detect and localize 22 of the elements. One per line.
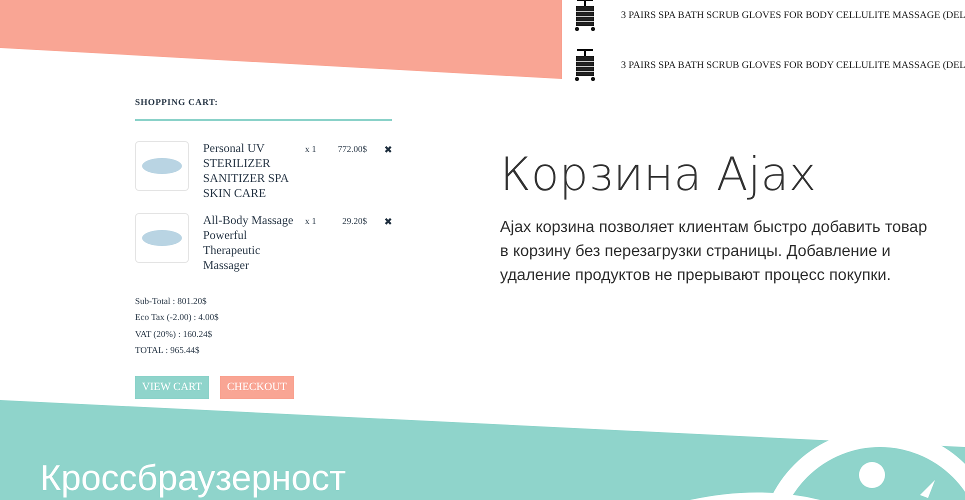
total-line: Eco Tax (-2.00) : 4.00$: [135, 311, 220, 324]
cart-stand-icon: [573, 48, 597, 82]
photo-placeholder: [135, 212, 189, 262]
total-line: TOTAL : 965.44$: [135, 344, 201, 357]
item-price: 29.20$: [341, 214, 367, 228]
total-line: Sub-Total : 801.20$: [135, 294, 208, 308]
cart-title: SHOPPING CART:: [135, 96, 220, 109]
product-name[interactable]: 3 PAIRS SPA BATH SCRUB GLOVES FOR BODY CELLULITE MASSAGE (DEL: [621, 58, 965, 72]
remove-button[interactable]: ✖: [384, 140, 392, 158]
cart-stand-icon: [573, 0, 597, 32]
cart-item-name[interactable]: Personal UV STERILIZER SANITIZER SPA SKIN CARE: [203, 140, 305, 200]
feature-title: Корзина Ajax: [500, 146, 818, 202]
product-name[interactable]: 3 PAIRS SPA BATH SCRUB GLOVES FOR BODY CELLULITE MASSAGE (DEL: [621, 8, 965, 22]
total-line: VAT (20%) : 160.24$: [135, 328, 214, 341]
remove-button[interactable]: ✖: [384, 212, 392, 230]
item-quantity: x 1: [305, 142, 318, 156]
item-price: 772.00$: [336, 142, 367, 156]
cart-item-name[interactable]: All-Body Massage Powerful Therapeutic Massager: [203, 212, 305, 272]
photo-placeholder: [135, 140, 189, 190]
section-title: Кроссбраузерност: [40, 458, 346, 498]
feature-description: Ajax корзина позволяет клиентам быстро добавить товар в корзину без перезагрузки страницы. Добавление и удаление продуктов не прерывают процесс покупки.: [500, 218, 928, 286]
item-quantity: x 1: [305, 214, 318, 228]
